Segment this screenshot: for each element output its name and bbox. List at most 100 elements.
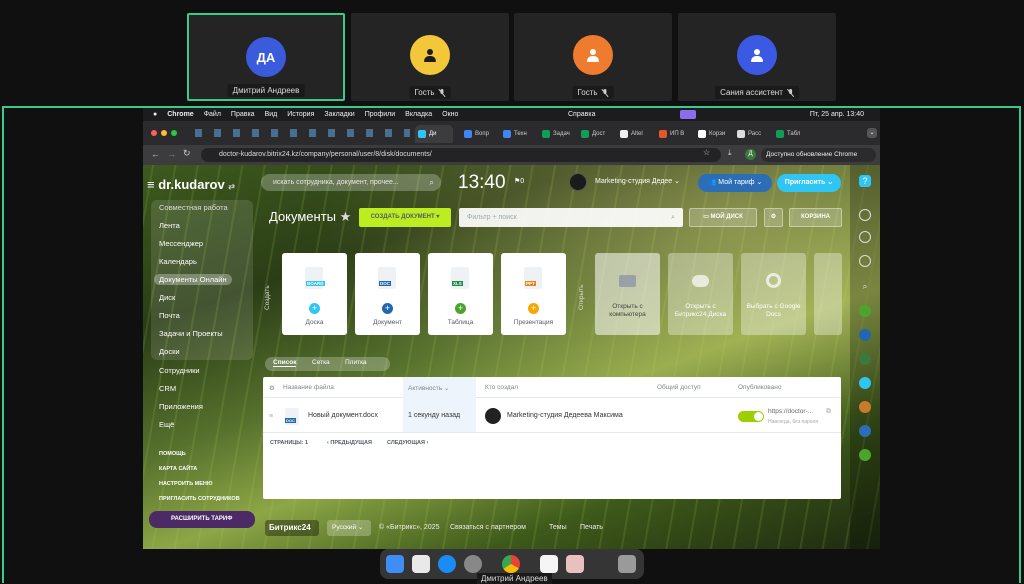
tab-grid[interactable]: Сетка bbox=[312, 359, 330, 366]
menu-history[interactable]: История bbox=[287, 111, 314, 118]
my-disk-button[interactable]: ▭ Мой диск bbox=[689, 208, 757, 227]
tab-active[interactable]: Ди bbox=[415, 125, 453, 143]
tab[interactable]: Расс bbox=[734, 125, 772, 143]
open-from-computer-card[interactable]: Открыть с компьютера bbox=[595, 253, 660, 335]
tab-tiles[interactable]: Плитка bbox=[345, 359, 367, 366]
contact-partner-link[interactable]: Связаться с партнером bbox=[450, 524, 526, 531]
minimize-window-icon[interactable] bbox=[161, 130, 167, 136]
column-settings-icon[interactable]: ⚙ bbox=[269, 384, 275, 392]
bell-icon[interactable] bbox=[859, 231, 871, 243]
participant-tile-2[interactable]: Гость bbox=[351, 13, 509, 101]
apple-icon[interactable]: ● bbox=[153, 111, 157, 118]
reload-icon[interactable]: ↻ bbox=[183, 148, 191, 159]
contact-icon[interactable] bbox=[859, 449, 871, 461]
create-board-card[interactable]: BOARD + Доска bbox=[282, 253, 347, 335]
profile-avatar[interactable]: Д bbox=[745, 149, 756, 160]
participant-tile-4[interactable]: Сания ассистент bbox=[678, 13, 836, 101]
tab[interactable]: Altel bbox=[617, 125, 655, 143]
finder-icon[interactable] bbox=[386, 555, 404, 573]
create-presentation-card[interactable]: PPT + Презентация bbox=[501, 253, 566, 335]
safari-icon[interactable] bbox=[438, 555, 456, 573]
screen-share-icon[interactable] bbox=[680, 110, 696, 119]
timer-icon[interactable] bbox=[859, 255, 871, 267]
menu-tab[interactable]: Вкладка bbox=[405, 111, 432, 118]
tab[interactable]: Вопр bbox=[461, 125, 499, 143]
tab[interactable]: Корзи bbox=[695, 125, 733, 143]
search-input[interactable]: искать сотрудника, документ, прочее... ⌕ bbox=[261, 174, 441, 191]
image-icon[interactable] bbox=[566, 555, 584, 573]
tab[interactable]: Дост bbox=[578, 125, 616, 143]
menu-bookmarks[interactable]: Закладки bbox=[324, 111, 354, 118]
search-icon[interactable]: ⌕ bbox=[859, 280, 871, 292]
tab-list[interactable]: Список bbox=[273, 359, 297, 367]
participant-tile-3[interactable]: Гость bbox=[514, 13, 672, 101]
file-name-link[interactable]: Новый документ.docx bbox=[308, 412, 378, 419]
menu-help[interactable]: Справка bbox=[568, 111, 595, 118]
open-card-partial[interactable] bbox=[814, 253, 842, 335]
tab[interactable]: Техн bbox=[500, 125, 538, 143]
contact-icon[interactable] bbox=[859, 353, 871, 365]
tab[interactable]: Табл bbox=[773, 125, 811, 143]
url-input[interactable]: doctor-kudarov.bitrix24.kz/company/perso… bbox=[201, 148, 721, 162]
system-settings-icon[interactable] bbox=[464, 555, 482, 573]
document-icon[interactable] bbox=[540, 555, 558, 573]
tab[interactable]: ИП В bbox=[656, 125, 694, 143]
chrome-update-button[interactable]: Доступно обновление Chrome bbox=[761, 148, 876, 162]
column-header-creator[interactable]: Кто создал bbox=[485, 384, 518, 391]
participant-tile-1[interactable]: ДА Дмитрий Андреев bbox=[187, 13, 345, 101]
star-icon[interactable]: ★ bbox=[340, 209, 352, 224]
language-select[interactable]: Русский ⌄ bbox=[327, 520, 371, 536]
help-icon[interactable]: ? bbox=[859, 175, 871, 187]
pinned-tabs[interactable] bbox=[195, 129, 410, 137]
bitrix24-brand[interactable]: Битрикс24 bbox=[265, 520, 319, 536]
prev-page-button[interactable]: ‹ ПРЕДЫДУЩАЯ bbox=[327, 440, 372, 446]
create-document-button[interactable]: Создать документ ▾ bbox=[359, 208, 451, 227]
create-table-card[interactable]: XLS + Таблица bbox=[428, 253, 493, 335]
copy-icon[interactable]: ⧉ bbox=[826, 408, 831, 416]
contact-icon[interactable] bbox=[859, 401, 871, 413]
filter-search-input[interactable]: Фильтр + поиск ⌕ bbox=[459, 208, 683, 227]
next-page-button[interactable]: СЛЕДУЮЩАЯ › bbox=[387, 440, 428, 446]
open-from-b24-disk-card[interactable]: Открыть с Битрикс24.Диска bbox=[668, 253, 733, 335]
download-icon[interactable]: ⤓ bbox=[728, 148, 732, 158]
company-selector[interactable]: Marketing-студия Дедее ⌄ bbox=[569, 173, 684, 193]
close-window-icon[interactable] bbox=[151, 130, 157, 136]
publish-toggle[interactable] bbox=[738, 411, 764, 422]
flag-icon[interactable]: ⚑0 bbox=[514, 177, 524, 185]
forward-icon[interactable]: → bbox=[167, 149, 176, 159]
contact-icon[interactable] bbox=[859, 329, 871, 341]
column-header-sharing[interactable]: Общий доступ bbox=[657, 384, 701, 391]
menu-edit[interactable]: Правка bbox=[231, 111, 255, 118]
tab[interactable]: Задач bbox=[539, 125, 577, 143]
contact-icon[interactable] bbox=[859, 305, 871, 317]
open-from-google-docs-card[interactable]: Выбрать с Google Docs bbox=[741, 253, 806, 335]
print-link[interactable]: Печать bbox=[580, 524, 603, 531]
back-icon[interactable]: ← bbox=[151, 149, 160, 159]
menu-window[interactable]: Окно bbox=[442, 111, 458, 118]
creator-name[interactable]: Marketing-студия Дедеева Максима bbox=[507, 412, 623, 419]
row-menu-icon[interactable]: ≡ bbox=[269, 413, 273, 420]
settings-icon[interactable]: ⚙ bbox=[764, 208, 783, 227]
trash-icon[interactable] bbox=[618, 555, 636, 573]
chrome-icon[interactable] bbox=[502, 555, 520, 573]
column-header-published[interactable]: Опубликовано bbox=[738, 384, 782, 391]
contact-icon[interactable] bbox=[859, 425, 871, 437]
tab-search-icon[interactable]: ⌄ bbox=[867, 128, 877, 138]
maximize-window-icon[interactable] bbox=[171, 130, 177, 136]
column-header-name[interactable]: Название файла bbox=[283, 384, 334, 391]
menu-view[interactable]: Вид bbox=[265, 111, 278, 118]
trash-button[interactable]: Корзина bbox=[789, 208, 842, 227]
my-tariff-button[interactable]: 👥 Мой тариф ⌄ bbox=[698, 174, 772, 192]
menu-chrome[interactable]: Chrome bbox=[167, 111, 193, 118]
menu-file[interactable]: Файл bbox=[204, 111, 221, 118]
invite-button[interactable]: Пригласить ⌄ bbox=[777, 174, 841, 192]
public-link[interactable]: https://doctor-... bbox=[768, 408, 813, 415]
contact-icon[interactable] bbox=[859, 377, 871, 389]
notification-icon[interactable] bbox=[859, 209, 871, 221]
bookmark-star-icon[interactable]: ☆ bbox=[703, 148, 710, 157]
create-doc-card[interactable]: DOC + Документ bbox=[355, 253, 420, 335]
column-header-activity[interactable]: Активность ⌄ bbox=[408, 384, 449, 392]
menu-profiles[interactable]: Профили bbox=[365, 111, 395, 118]
themes-link[interactable]: Темы bbox=[549, 524, 567, 531]
launchpad-icon[interactable] bbox=[412, 555, 430, 573]
